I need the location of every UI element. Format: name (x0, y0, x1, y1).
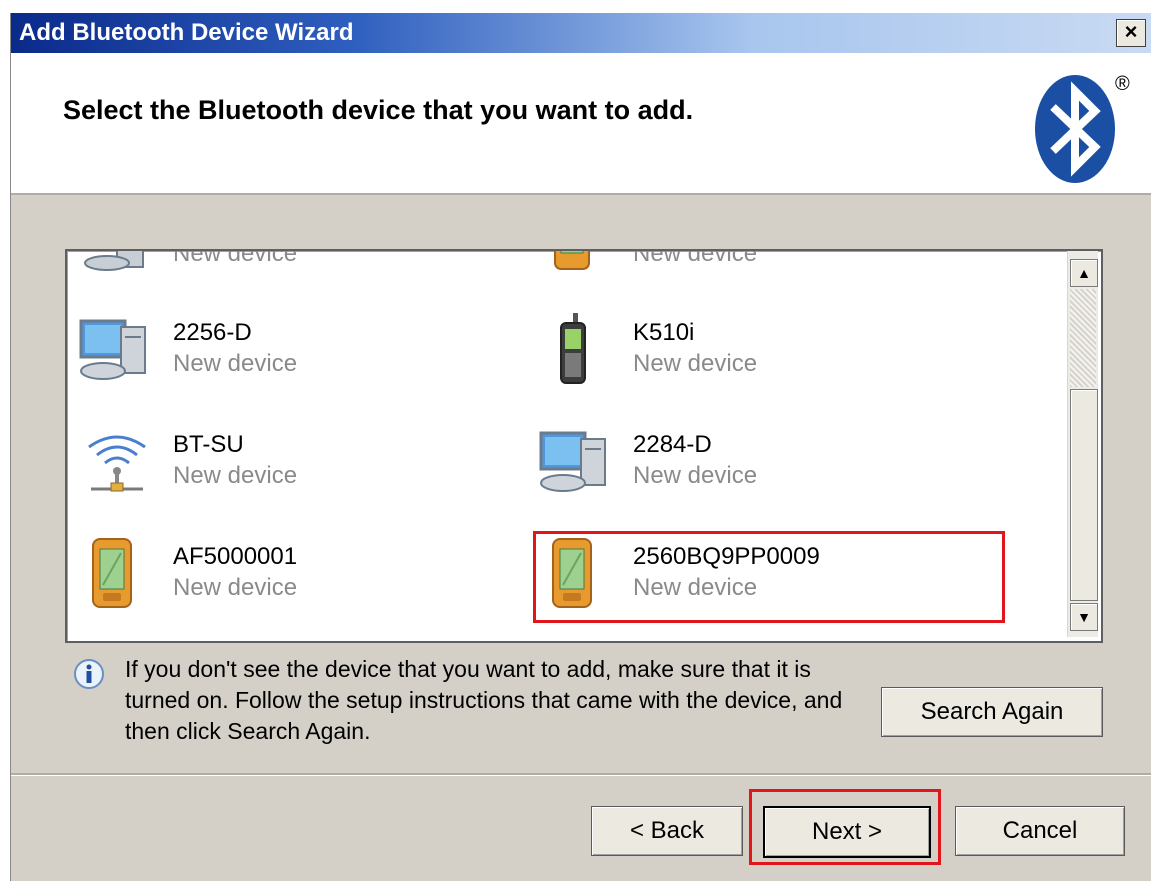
wizard-window: Add Bluetooth Device Wizard × Select the… (10, 13, 1151, 881)
list-item[interactable]: BT-SU New device (77, 425, 477, 505)
device-status: New device (173, 574, 298, 601)
pda-icon (554, 251, 590, 270)
wizard-header: Select the Bluetooth device that you wan… (11, 53, 1151, 195)
pda-icon (92, 538, 132, 608)
close-button[interactable]: × (1116, 19, 1146, 47)
computer-icon (79, 319, 146, 380)
window-title: Add Bluetooth Device Wizard (19, 19, 354, 46)
list-item[interactable]: New device (77, 249, 477, 283)
list-item[interactable]: K510i New device (537, 313, 937, 393)
computer-icon (539, 431, 606, 492)
scroll-thumb[interactable] (1070, 389, 1098, 601)
cancel-button[interactable]: Cancel (955, 806, 1125, 856)
device-name: 2284-D (633, 431, 712, 458)
device-status: New device (173, 350, 298, 377)
device-name: 2256-D (173, 319, 252, 346)
info-text: If you don't see the device that you wan… (125, 656, 843, 744)
list-item[interactable]: AF5000001 New device (77, 537, 477, 617)
page-title: Select the Bluetooth device that you wan… (63, 95, 694, 125)
phone-icon (560, 313, 586, 384)
list-item[interactable]: 2284-D New device (537, 425, 937, 505)
device-status: New device (173, 249, 298, 267)
next-highlight (749, 789, 941, 865)
info-icon (74, 659, 104, 689)
device-name: BT-SU (173, 431, 244, 458)
registered-mark: ® (1115, 73, 1130, 95)
scroll-down-button[interactable]: ▼ (1070, 603, 1098, 631)
device-status: New device (633, 350, 758, 377)
device-name: K510i (633, 319, 695, 346)
device-list[interactable]: New device New device 2256-D New device (65, 249, 1103, 643)
list-item[interactable]: 2256-D New device (77, 313, 477, 393)
vertical-scrollbar[interactable]: ▲ ▼ (1067, 251, 1098, 637)
computer-icon (84, 251, 144, 271)
list-item[interactable]: New device (537, 249, 937, 283)
wireless-access-point-icon (88, 435, 146, 492)
device-status: New device (633, 462, 758, 489)
search-again-button[interactable]: Search Again (881, 687, 1103, 737)
scroll-up-button[interactable]: ▲ (1070, 259, 1098, 287)
device-status: New device (633, 249, 758, 267)
device-status: New device (173, 462, 298, 489)
title-bar[interactable]: Add Bluetooth Device Wizard × (11, 13, 1151, 53)
bluetooth-logo-icon (1035, 75, 1115, 183)
footer-divider (11, 773, 1151, 776)
scroll-track[interactable] (1070, 289, 1096, 387)
device-name: AF5000001 (173, 543, 298, 570)
back-button[interactable]: < Back (591, 806, 743, 856)
selection-highlight (533, 531, 1005, 623)
